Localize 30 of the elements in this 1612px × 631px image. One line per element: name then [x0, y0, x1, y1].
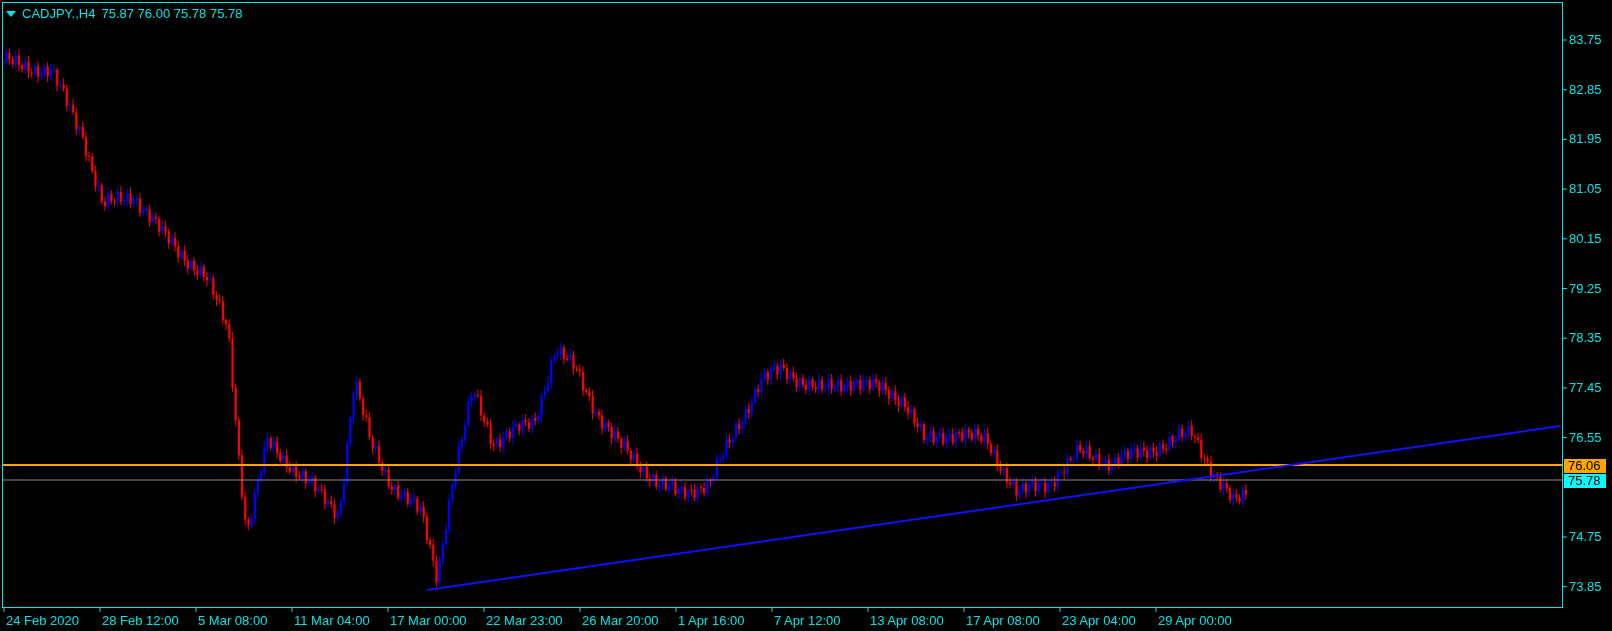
- dropdown-triangle-icon[interactable]: [6, 10, 16, 17]
- time-axis-label: 17 Mar 00:00: [390, 613, 467, 628]
- time-axis-label: 28 Feb 12:00: [102, 613, 179, 628]
- time-axis-label: 23 Apr 04:00: [1062, 613, 1136, 628]
- time-axis-label: 26 Mar 20:00: [582, 613, 659, 628]
- price-axis-label: 79.25: [1569, 281, 1602, 296]
- time-axis-label: 11 Mar 04:00: [294, 613, 370, 628]
- symbol-timeframe: CADJPY.,H4: [22, 5, 96, 23]
- price-axis-label: 73.85: [1569, 579, 1602, 594]
- price-axis-label: 78.35: [1569, 331, 1602, 346]
- time-axis-label: 5 Mar 08:00: [198, 613, 268, 628]
- time-axis-label: 24 Feb 2020: [6, 613, 79, 628]
- time-axis-label: 17 Apr 08:00: [966, 613, 1040, 628]
- time-axis-label: 1 Apr 16:00: [678, 613, 745, 628]
- level-price-tag: 76.06: [1564, 459, 1606, 473]
- time-axis-label: 7 Apr 12:00: [774, 613, 841, 628]
- bid-price-tag: 75.78: [1564, 474, 1606, 488]
- ohlc-values: 75.87 76.00 75.78 75.78: [101, 5, 243, 23]
- price-axis-label: 77.45: [1569, 380, 1602, 395]
- price-axis-label: 81.95: [1569, 132, 1602, 147]
- trend-line[interactable]: [426, 425, 1561, 591]
- time-axis-label: 13 Apr 08:00: [870, 613, 944, 628]
- price-axis-label: 76.55: [1569, 430, 1602, 445]
- time-axis-label: 29 Apr 00:00: [1158, 613, 1232, 628]
- price-axis-label: 81.05: [1569, 182, 1602, 197]
- price-axis-label: 80.15: [1569, 231, 1602, 246]
- time-axis-label: 22 Mar 23:00: [486, 613, 563, 628]
- price-axis-label: 82.85: [1569, 82, 1602, 97]
- price-axis-label: 74.75: [1569, 530, 1602, 544]
- price-axis-label: 83.75: [1569, 33, 1602, 47]
